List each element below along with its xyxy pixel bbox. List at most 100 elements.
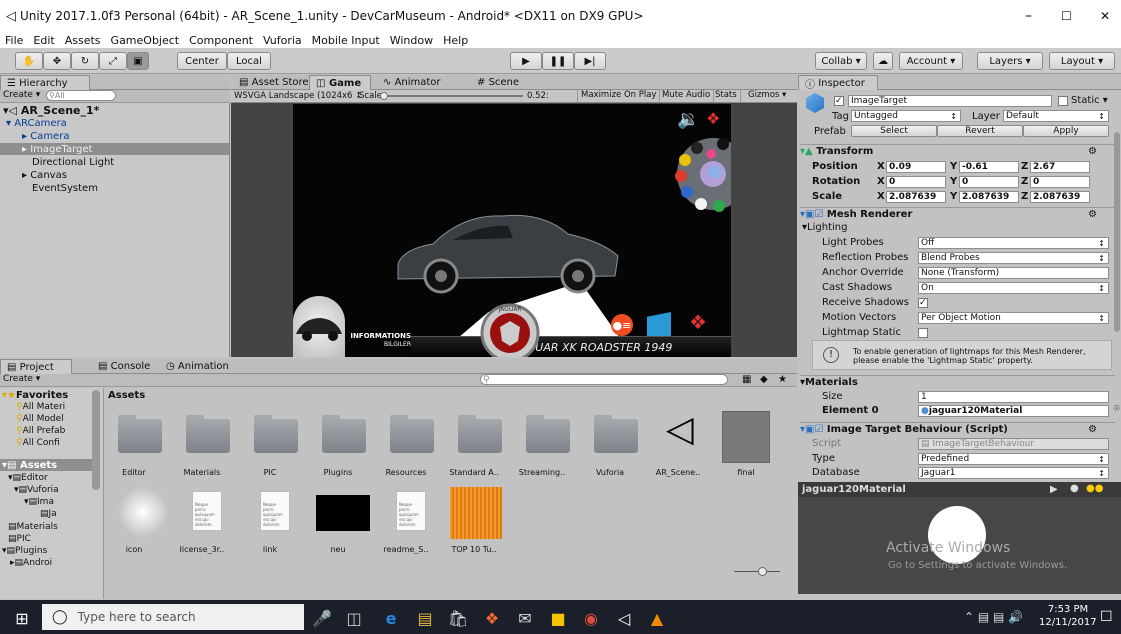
- collab-dropdown[interactable]: Collab ▾: [815, 52, 867, 70]
- asset-label[interactable]: AR_Scene..: [646, 468, 710, 477]
- folder-icon[interactable]: [390, 415, 434, 453]
- prefab-revert-button[interactable]: Revert: [937, 125, 1023, 137]
- preview-play-icon[interactable]: ▶: [1050, 484, 1058, 495]
- unity-taskbar-icon[interactable]: ◁: [612, 606, 636, 630]
- preview-light-icon[interactable]: ●●: [1086, 483, 1103, 494]
- folder-icon[interactable]: [594, 415, 638, 453]
- menu-edit[interactable]: Edit: [28, 34, 59, 47]
- tab-inspector[interactable]: ⓘ Inspector: [798, 75, 878, 91]
- info-thumbnail[interactable]: [293, 296, 345, 357]
- hierarchy-item-camera[interactable]: ▸ Camera: [0, 130, 69, 142]
- play-button[interactable]: ▶: [510, 52, 542, 70]
- hierarchy-item-imagetarget[interactable]: ▸ ImageTarget: [0, 143, 229, 155]
- folder-icon[interactable]: [254, 415, 298, 453]
- file-explorer-icon[interactable]: ▤: [413, 606, 437, 630]
- mesh-row-value-1[interactable]: Blend Probes: [918, 252, 1109, 264]
- lightmap-static-checkbox[interactable]: [918, 328, 928, 338]
- asset-label[interactable]: link: [238, 545, 302, 554]
- scale-x-field[interactable]: 2.087639: [886, 191, 946, 203]
- text-document-icon[interactable]: Neque porro quisquam est qui dolorem.: [260, 491, 290, 531]
- menu-file[interactable]: File: [0, 34, 28, 47]
- scale-y-field[interactable]: 2.087639: [959, 191, 1019, 203]
- position-z-label[interactable]: Z: [1021, 161, 1028, 172]
- layout-dropdown[interactable]: Layout ▾: [1049, 52, 1115, 70]
- icon-size-slider[interactable]: [734, 567, 780, 576]
- prefab-select-button[interactable]: Select: [851, 125, 937, 137]
- black-image-icon[interactable]: [316, 495, 370, 531]
- menu-window[interactable]: Window: [385, 34, 438, 47]
- tag-dropdown[interactable]: Untagged: [851, 110, 961, 122]
- tab-game[interactable]: ◫ Game: [309, 75, 371, 90]
- chrome-icon[interactable]: ◉: [579, 606, 603, 630]
- settings-gear-icon[interactable]: ⚙: [1088, 209, 1097, 220]
- tree-imagetargets[interactable]: ▾▤ Ima: [0, 496, 54, 508]
- space-local-button[interactable]: Local: [227, 52, 271, 70]
- menu-vuforia[interactable]: Vuforia: [258, 34, 307, 47]
- pivot-center-button[interactable]: Center: [177, 52, 227, 70]
- asset-label[interactable]: neu: [306, 545, 370, 554]
- tab-console[interactable]: ▤ Console: [92, 359, 156, 374]
- asset-label[interactable]: icon: [102, 545, 166, 554]
- text-document-icon[interactable]: Neque porro quisquam est qui dolorem.: [396, 491, 426, 531]
- tree-scrollbar[interactable]: [92, 390, 100, 490]
- assets-breadcrumb[interactable]: Assets: [108, 390, 145, 401]
- asset-label[interactable]: TOP 10 Tu..: [442, 545, 506, 554]
- tab-animator[interactable]: ∿ Animator: [377, 75, 447, 90]
- element-0-field[interactable]: ● jaguar120Material: [918, 405, 1109, 417]
- info-button-label[interactable]: INFORMATIONS: [343, 332, 411, 340]
- materials-size-field[interactable]: 1: [918, 391, 1109, 403]
- minimize-button[interactable]: –: [1025, 8, 1032, 24]
- preview-sphere-icon[interactable]: ●: [1070, 483, 1079, 494]
- fav-all-configs[interactable]: ⚲ All Confi: [0, 437, 60, 449]
- icon-size-slider-thumb[interactable]: [758, 567, 767, 576]
- position-z-field[interactable]: 2.67: [1030, 161, 1090, 173]
- assets-root-node[interactable]: ▾▤ Assets: [0, 459, 92, 471]
- rotation-z-label[interactable]: Z: [1021, 176, 1028, 187]
- asset-label[interactable]: Plugins: [306, 468, 370, 477]
- rotation-x-label[interactable]: X: [877, 176, 885, 187]
- database-dropdown[interactable]: Jaguar1: [918, 467, 1109, 479]
- fav-all-prefabs[interactable]: ⚲ All Prefab: [0, 425, 65, 437]
- scale-z-label[interactable]: Z: [1021, 191, 1028, 202]
- rotation-y-field[interactable]: 0: [959, 176, 1019, 188]
- menu-mobile-input[interactable]: Mobile Input: [307, 34, 385, 47]
- inspector-scrollbar[interactable]: [1114, 132, 1120, 332]
- project-search-input[interactable]: ⚲: [480, 374, 728, 385]
- account-dropdown[interactable]: Account ▾: [899, 52, 963, 70]
- asset-label[interactable]: Standard A..: [442, 468, 506, 477]
- move-tool-button[interactable]: ✥: [43, 52, 71, 70]
- rect-tool-button[interactable]: ▣: [127, 52, 149, 70]
- filter-type-icon[interactable]: ▦: [742, 374, 751, 385]
- tab-asset-store[interactable]: ▤ Asset Store: [233, 75, 315, 90]
- mesh-renderer-header[interactable]: ▾▣☑ Mesh Renderer ⚙: [800, 207, 1115, 221]
- scale-y-label[interactable]: Y: [950, 191, 957, 202]
- hierarchy-item-arcamera[interactable]: ▾ ARCamera: [0, 117, 67, 129]
- book-button-icon[interactable]: [647, 312, 671, 336]
- hierarchy-search-input[interactable]: ⚲ All: [46, 90, 116, 101]
- tab-animation[interactable]: ◷ Animation: [160, 359, 235, 374]
- menu-component[interactable]: Component: [184, 34, 258, 47]
- mesh-row-value-0[interactable]: Off: [918, 237, 1109, 249]
- favorites-node[interactable]: ▾★ Favorites: [0, 389, 68, 401]
- object-name-field[interactable]: ImageTarget: [848, 95, 1052, 107]
- mesh-row-value-3[interactable]: On: [918, 282, 1109, 294]
- settings-gear-icon[interactable]: ⚙: [1088, 146, 1097, 157]
- settings-gear-icon[interactable]: ⚙: [1088, 424, 1097, 435]
- rotate-tool-button[interactable]: ↻: [71, 52, 99, 70]
- layers-dropdown[interactable]: Layers ▾: [977, 52, 1043, 70]
- asset-label[interactable]: Materials: [170, 468, 234, 477]
- unity-scene-icon[interactable]: ◁: [666, 409, 694, 450]
- position-x-label[interactable]: X: [877, 161, 885, 172]
- microphone-icon[interactable]: 🎤: [310, 606, 334, 630]
- mute-audio-toggle[interactable]: Mute Audio: [659, 90, 715, 102]
- scale-tool-button[interactable]: ⤢: [99, 52, 127, 70]
- cloud-button[interactable]: ☁: [873, 52, 893, 70]
- menu-gameobject[interactable]: GameObject: [106, 34, 185, 47]
- fav-all-models[interactable]: ⚲ All Model: [0, 413, 64, 425]
- hierarchy-item-directional-light[interactable]: Directional Light: [0, 156, 114, 168]
- type-dropdown[interactable]: Predefined: [918, 453, 1109, 465]
- scale-slider[interactable]: [380, 92, 523, 100]
- object-picker-icon[interactable]: ☉: [1113, 404, 1120, 413]
- fav-all-materials[interactable]: ⚲ All Materi: [0, 401, 65, 413]
- tree-materials[interactable]: ▤ Materials: [0, 521, 58, 533]
